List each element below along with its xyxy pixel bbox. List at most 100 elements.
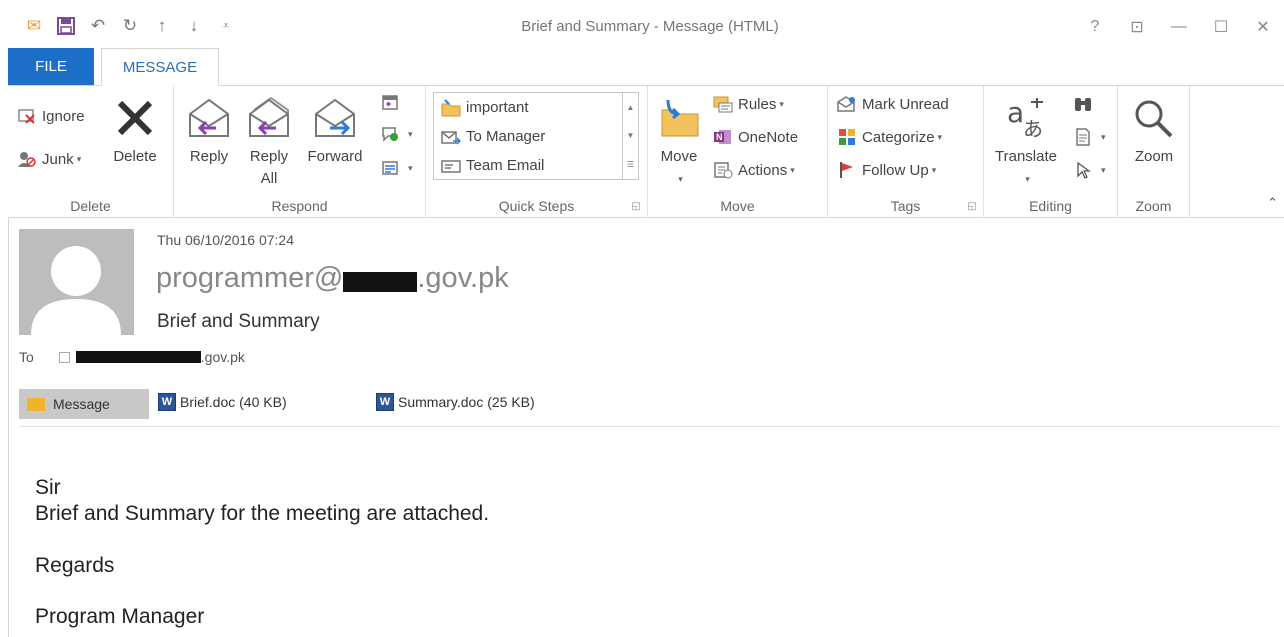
delete-button[interactable]: Delete (108, 94, 162, 168)
collapse-ribbon-icon[interactable]: ⌃ (1267, 195, 1278, 211)
recipient-row: To .gov.pk (19, 349, 245, 365)
tags-group: Mark Unread Categorize ▾ Follow Up ▾ Tags … (828, 86, 984, 218)
magnifier-icon (1131, 94, 1177, 142)
sender-prefix: programmer@ (156, 262, 344, 294)
im-reply-button[interactable]: ▾ (379, 124, 413, 144)
move-group-label: Move (720, 198, 755, 214)
editing-group-label: Editing (1029, 198, 1072, 214)
svg-text:N: N (716, 132, 723, 142)
chevron-down-icon: ▾ (408, 162, 413, 173)
actions-button[interactable]: Actions ▾ (712, 160, 795, 180)
related-button[interactable]: ▾ (1072, 127, 1106, 147)
quick-step-to-manager[interactable]: To Manager (434, 122, 638, 151)
actions-icon (712, 160, 734, 180)
word-doc-icon: W (158, 393, 176, 411)
word-doc-icon: W (376, 393, 394, 411)
scroll-up-icon[interactable]: ▲ (627, 103, 635, 112)
reply-button[interactable]: Reply (184, 94, 234, 168)
junk-icon (16, 149, 38, 169)
title-bar: ✉ ↶ ↻ ↑ ↓ ⩡ Brief and Summary - Message … (0, 0, 1284, 50)
flag-icon (836, 160, 858, 180)
quick-step-important[interactable]: important (434, 93, 638, 122)
junk-button[interactable]: Junk ▾ (16, 149, 81, 169)
reading-pane-border (8, 218, 9, 637)
sent-date: Thu 06/10/2016 07:24 (157, 232, 295, 248)
onenote-button[interactable]: N OneNote (712, 127, 798, 147)
message-tab[interactable]: Message (19, 389, 149, 419)
message-subject: Brief and Summary (157, 311, 320, 332)
categorize-button[interactable]: Categorize ▾ (836, 127, 942, 147)
dialog-launcher-icon[interactable]: ◱ (968, 201, 977, 212)
forward-icon (312, 94, 358, 142)
body-paragraph: Brief and Summary for the meeting are at… (35, 502, 490, 525)
move-button[interactable]: Move ▾ (654, 94, 704, 190)
attachment-summary[interactable]: W Summary.doc (25 KB) (376, 393, 535, 411)
binoculars-icon (1072, 94, 1094, 114)
rules-button[interactable]: Rules ▾ (712, 94, 784, 114)
tab-file[interactable]: FILE (8, 48, 94, 85)
dialog-launcher-icon[interactable]: ◱ (632, 201, 641, 212)
zoom-group: Zoom Zoom (1118, 86, 1190, 218)
delete-group: Ignore Junk ▾ Delete Delete (8, 86, 174, 218)
tab-message[interactable]: MESSAGE (101, 48, 219, 86)
ribbon-tabs: FILE MESSAGE (8, 48, 1284, 86)
find-button[interactable] (1072, 94, 1098, 114)
translate-icon: aあ (1003, 94, 1049, 142)
reply-all-icon (246, 94, 292, 142)
svg-text:a: a (1007, 96, 1024, 129)
recipient-checkbox[interactable] (58, 351, 70, 363)
svg-text:あ: あ (1023, 117, 1043, 140)
avatar (19, 229, 134, 335)
cursor-icon (1072, 160, 1094, 180)
sender-address[interactable]: programmer@ .gov.pk (156, 262, 509, 295)
minimize-button[interactable]: — (1158, 14, 1200, 40)
redaction-bar (75, 351, 201, 363)
chevron-down-icon: ▾ (937, 131, 943, 142)
help-button[interactable]: ? (1074, 14, 1116, 40)
forward-mail-icon (440, 127, 462, 147)
select-button[interactable]: ▾ (1072, 160, 1106, 180)
ignore-icon (16, 106, 38, 126)
zoom-group-label: Zoom (1135, 198, 1172, 214)
move-group: Move ▾ Rules ▾ N OneNote Actions ▾ Move (648, 86, 828, 218)
onenote-icon: N (712, 127, 734, 147)
attachment-brief[interactable]: W Brief.doc (40 KB) (158, 393, 287, 411)
to-label: To (19, 349, 34, 365)
expand-gallery-icon[interactable]: ☰ (627, 160, 634, 169)
categorize-icon (836, 127, 858, 147)
zoom-button[interactable]: Zoom (1128, 94, 1180, 168)
meeting-reply-button[interactable] (379, 92, 405, 112)
more-respond-button[interactable]: ▾ (379, 158, 413, 178)
chevron-down-icon: ▾ (76, 153, 82, 164)
rules-icon (712, 94, 734, 114)
quick-steps-gallery: important To Manager Team Email ▲ ▼ ☰ (433, 92, 639, 180)
translate-button[interactable]: aあ Translate ▾ (990, 94, 1062, 190)
document-icon (1072, 127, 1094, 147)
chevron-down-icon: ▾ (408, 128, 413, 139)
ignore-button[interactable]: Ignore (16, 106, 85, 126)
forward-button[interactable]: Forward (302, 94, 368, 168)
reply-all-button[interactable]: Reply All (242, 94, 296, 190)
quick-step-team-email[interactable]: Team Email (434, 151, 638, 180)
recipient-suffix[interactable]: .gov.pk (201, 349, 245, 365)
chevron-down-icon: ▾ (779, 98, 784, 109)
maximize-button[interactable]: ☐ (1200, 14, 1242, 40)
scroll-down-icon[interactable]: ▼ (627, 131, 635, 140)
body-closing: Regards (35, 554, 115, 577)
meeting-icon (379, 92, 401, 112)
follow-up-button[interactable]: Follow Up ▾ (836, 160, 936, 180)
mark-unread-button[interactable]: Mark Unread (836, 94, 949, 114)
close-button[interactable]: ✕ (1242, 14, 1284, 40)
folder-arrow-icon (440, 98, 462, 118)
ribbon-display-options-icon[interactable]: ⊡ (1116, 14, 1158, 40)
chevron-down-icon: ▾ (678, 174, 683, 184)
header-divider (19, 426, 1279, 427)
editing-group: aあ Translate ▾ ▾ ▾ Editing (984, 86, 1118, 218)
envelope-icon (27, 397, 45, 411)
quick-steps-scroll[interactable]: ▲ ▼ ☰ (622, 93, 638, 179)
delete-icon (112, 94, 158, 142)
respond-group-label: Respond (271, 198, 328, 214)
body-salutation: Sir (35, 476, 61, 499)
chevron-down-icon: ▾ (790, 164, 795, 175)
mark-unread-icon (836, 94, 858, 114)
